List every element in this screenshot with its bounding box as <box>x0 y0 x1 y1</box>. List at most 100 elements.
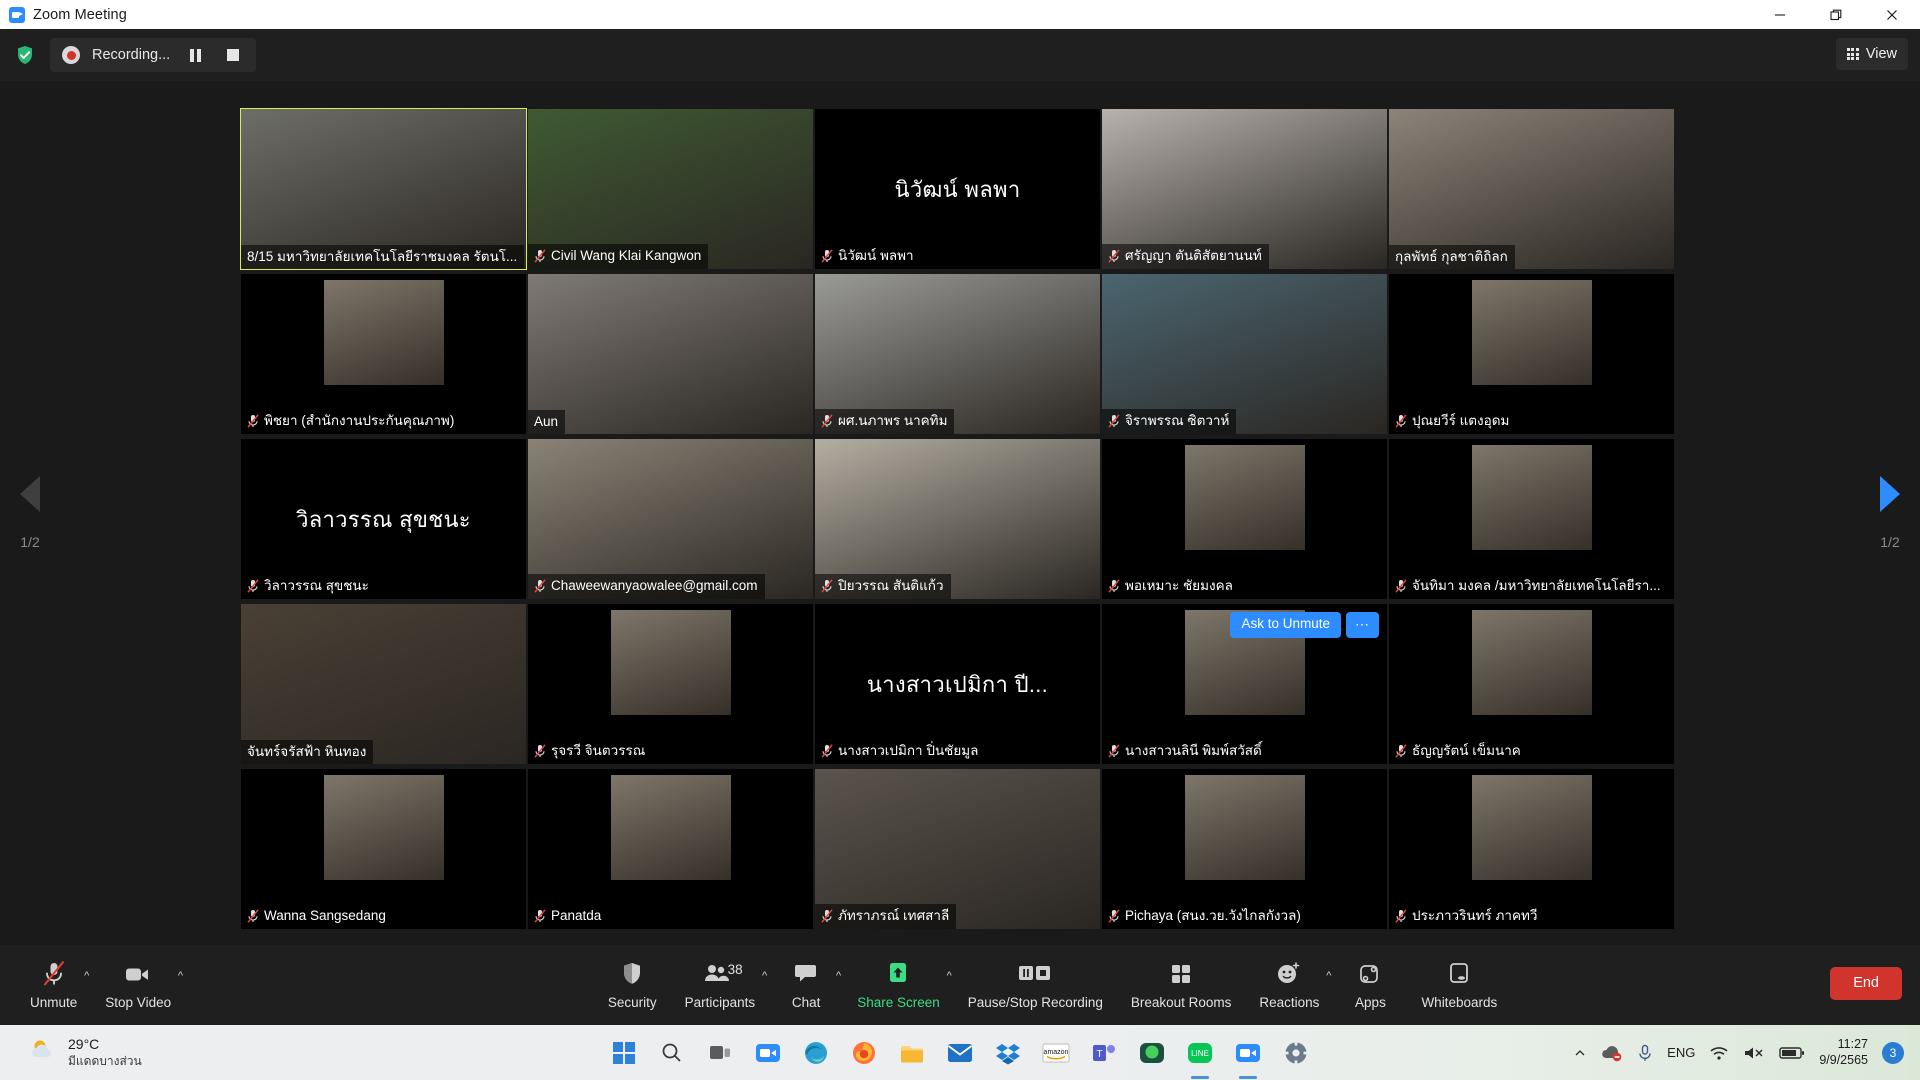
participant-more-options-button[interactable]: ⋯ <box>1346 612 1379 639</box>
participant-display-name: จิราพรรณ ซิตวาห์ <box>1125 413 1230 429</box>
task-view-icon[interactable] <box>704 1037 736 1069</box>
notification-badge[interactable]: 3 <box>1882 1041 1904 1064</box>
next-page-button[interactable]: 1/2 <box>1880 476 1900 550</box>
reactions-button[interactable]: Reactions ^ <box>1245 945 1333 1025</box>
view-button-label: View <box>1865 46 1897 62</box>
participant-tile[interactable]: Chaweewanyaowalee@gmail.com <box>528 439 813 599</box>
zoom-meeting-icon[interactable] <box>1232 1037 1264 1069</box>
line-desktop-icon[interactable] <box>1136 1037 1168 1069</box>
participant-tile[interactable]: จิราพรรณ ซิตวาห์ <box>1102 274 1387 434</box>
participant-tile[interactable]: พิชยา (สำนักงานประกันคุณภาพ) <box>241 274 526 434</box>
windows-start-icon[interactable] <box>608 1037 640 1069</box>
participant-tile[interactable]: ปิยวรรณ สันติแก้ว <box>815 439 1100 599</box>
participant-tile[interactable]: Pichaya (สนง.วย.วังไกลกังวล) <box>1102 769 1387 929</box>
previous-page-button[interactable]: 1/2 <box>20 476 40 550</box>
settings-icon[interactable] <box>1280 1037 1312 1069</box>
wifi-icon[interactable] <box>1709 1045 1729 1061</box>
mic-muted-icon <box>247 909 259 923</box>
page-indicator-left: 1/2 <box>20 534 40 550</box>
edge-browser-icon[interactable] <box>800 1037 832 1069</box>
participant-tile[interactable]: นางสาวเปมิกา ปี... นางสาวเปมิกา ปิ่นชัยมู… <box>815 604 1100 764</box>
participants-chevron-icon[interactable]: ^ <box>762 971 767 982</box>
language-indicator[interactable]: ENG <box>1667 1045 1695 1060</box>
participant-grid: 8/15 มหาวิทยาลัยเทคโนโลยีราชมงคล รัตนโ..… <box>240 108 1676 931</box>
pause-recording-button[interactable] <box>182 48 208 62</box>
participant-tile[interactable]: ธัญญรัตน์ เข็มนาค <box>1389 604 1674 764</box>
chat-chevron-icon[interactable]: ^ <box>836 971 841 982</box>
stop-recording-button[interactable] <box>220 49 246 61</box>
apps-button[interactable]: Apps <box>1333 945 1407 1025</box>
participant-video-inset <box>1184 775 1305 880</box>
ask-to-unmute-group: Ask to Unmute ⋯ <box>1230 612 1379 639</box>
taskbar-clock[interactable]: 11:27 9/9/2565 <box>1819 1037 1868 1068</box>
minimize-button[interactable] <box>1752 0 1808 29</box>
participant-tile[interactable]: พอเหมาะ ชัยมงคล <box>1102 439 1387 599</box>
participant-tile[interactable]: Panatda <box>528 769 813 929</box>
participant-tile[interactable]: ปุณยวีร์ แตงอุดม <box>1389 274 1674 434</box>
teams-icon[interactable]: T <box>1088 1037 1120 1069</box>
whiteboards-button[interactable]: Whiteboards <box>1407 945 1511 1025</box>
mic-muted-icon <box>821 909 833 923</box>
whiteboards-label: Whiteboards <box>1421 995 1498 1010</box>
participant-tile[interactable]: ผศ.นภาพร นาคทิม <box>815 274 1100 434</box>
participant-video-inset <box>323 280 444 385</box>
participant-tile[interactable]: กุลพัทธ์ กุลชาติถิลก <box>1389 109 1674 269</box>
share-chevron-icon[interactable]: ^ <box>947 971 952 982</box>
window-title-bar: Zoom Meeting <box>0 0 1920 29</box>
participant-tile[interactable]: จันทิมา มงคล /มหาวิทยาลัยเทคโนโลยีรา... <box>1389 439 1674 599</box>
search-icon[interactable] <box>656 1037 688 1069</box>
participants-button[interactable]: Participants ^ 38 <box>671 945 770 1025</box>
participant-tile[interactable]: ศรัญญา ตันติสัตยานนท์ <box>1102 109 1387 269</box>
participant-tile[interactable]: วิลาวรรณ สุขชนะ วิลาวรรณ สุขชนะ <box>241 439 526 599</box>
participant-nameplate: วิลาวรรณ สุขชนะ <box>241 574 376 599</box>
participant-tile[interactable]: Civil Wang Klai Kangwon <box>528 109 813 269</box>
participant-tile[interactable]: Ask to Unmute ⋯ นางสาวนลินี พิมพ์สวัสดิ์ <box>1102 604 1387 764</box>
participant-tile[interactable]: Wanna Sangsedang <box>241 769 526 929</box>
zoom-app-icon[interactable] <box>752 1037 784 1069</box>
ask-to-unmute-button[interactable]: Ask to Unmute <box>1230 612 1341 639</box>
dropbox-icon[interactable] <box>992 1037 1024 1069</box>
participant-video-inset <box>1471 280 1592 385</box>
close-button[interactable] <box>1864 0 1920 29</box>
participant-tile[interactable]: ประภาวรินทร์ ภาคทวี <box>1389 769 1674 929</box>
participant-tile[interactable]: จันทร์จรัสฟ้า หินทอง <box>241 604 526 764</box>
zoom-logo-icon <box>9 6 25 23</box>
mic-muted-icon <box>1395 579 1407 593</box>
chevron-right-icon <box>1880 476 1900 512</box>
participant-tile[interactable]: ภัทราภรณ์ เทศสาลี <box>815 769 1100 929</box>
battery-icon[interactable] <box>1779 1046 1805 1060</box>
mail-icon[interactable] <box>944 1037 976 1069</box>
participants-button-label: Participants <box>684 995 756 1010</box>
participant-tile[interactable]: Aun <box>528 274 813 434</box>
participant-tile[interactable]: 8/15 มหาวิทยาลัยเทคโนโลยีราชมงคล รัตนโ..… <box>240 108 527 270</box>
onedrive-status-icon[interactable] <box>1601 1044 1623 1062</box>
participant-tile[interactable]: นิวัฒน์ พลพา นิวัฒน์ พลพา <box>815 109 1100 269</box>
end-meeting-button[interactable]: End <box>1830 967 1902 1000</box>
microphone-tray-icon[interactable] <box>1637 1044 1653 1062</box>
stop-video-button[interactable]: Stop Video ^ <box>91 945 185 1025</box>
share-screen-button[interactable]: Share Screen ^ <box>843 945 954 1025</box>
view-button[interactable]: View <box>1835 38 1908 70</box>
unmute-button[interactable]: Unmute ^ <box>16 945 91 1025</box>
video-options-chevron-icon[interactable]: ^ <box>178 971 183 982</box>
volume-muted-icon[interactable] <box>1743 1045 1765 1061</box>
pause-stop-recording-button[interactable]: Pause/Stop Recording <box>954 945 1117 1025</box>
weather-widget[interactable]: 29°C มีแดดบางส่วน <box>28 1036 142 1069</box>
clock-time: 11:27 <box>1837 1036 1868 1051</box>
video-camera-icon <box>123 960 153 988</box>
security-button[interactable]: Security <box>594 945 671 1025</box>
shield-check-icon[interactable] <box>14 44 36 66</box>
tray-expand-chevron-icon[interactable] <box>1573 1046 1587 1060</box>
chat-button[interactable]: Chat ^ <box>769 945 843 1025</box>
amazon-icon[interactable]: amazon <box>1040 1037 1072 1069</box>
reactions-chevron-icon[interactable]: ^ <box>1326 971 1331 982</box>
firefox-browser-icon[interactable] <box>848 1037 880 1069</box>
share-screen-button-label: Share Screen <box>857 995 940 1010</box>
line-icon[interactable]: LINE <box>1184 1037 1216 1069</box>
participant-display-name: ผศ.นภาพร นาคทิม <box>838 413 948 429</box>
participant-tile[interactable]: รุจรวี จินตวรรณ <box>528 604 813 764</box>
restore-button[interactable] <box>1808 0 1864 29</box>
audio-options-chevron-icon[interactable]: ^ <box>84 971 89 982</box>
file-explorer-icon[interactable] <box>896 1037 928 1069</box>
breakout-rooms-button[interactable]: Breakout Rooms <box>1117 945 1246 1025</box>
